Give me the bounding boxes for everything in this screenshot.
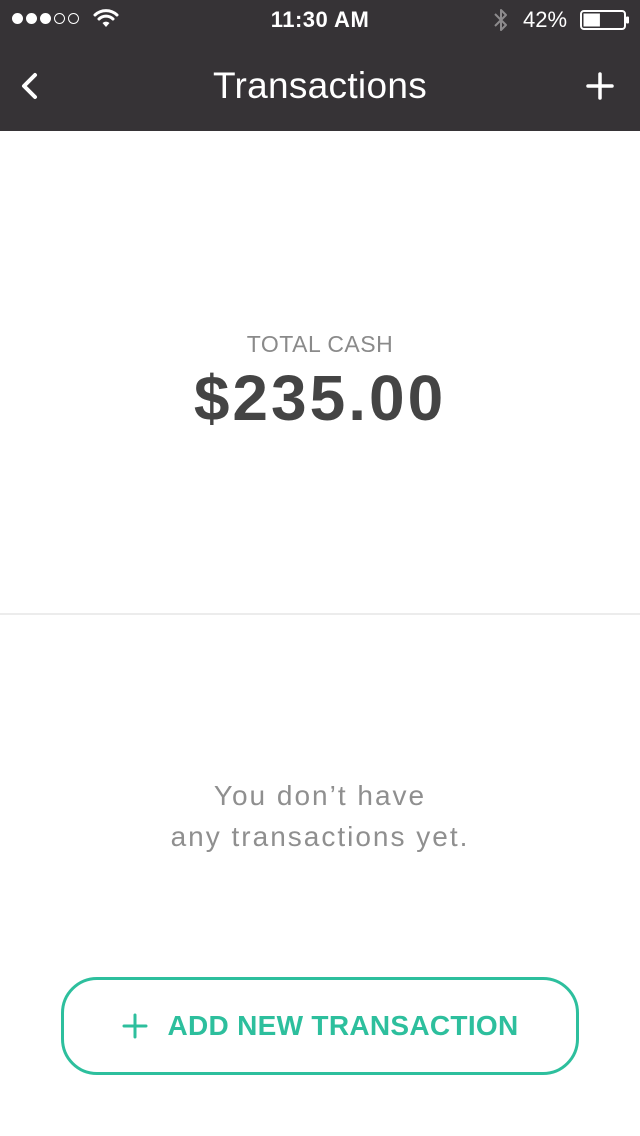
status-bar: 11:30 AM 42% — [0, 0, 640, 40]
top-bar: 11:30 AM 42% Transactions — [0, 0, 640, 131]
page-title: Transactions — [212, 65, 428, 106]
total-cash-amount: $235.00 — [193, 362, 447, 434]
battery-icon — [580, 10, 629, 30]
add-new-transaction-label: ADD NEW TRANSACTION — [167, 1010, 519, 1041]
total-cash-label: TOTAL CASH — [246, 331, 394, 357]
cash-summary: TOTAL CASH $235.00 — [0, 131, 640, 613]
empty-state-line: You don’t have — [213, 780, 427, 811]
empty-state-line: any transactions yet. — [170, 821, 470, 852]
nav-bar: Transactions — [0, 40, 640, 131]
plus-icon[interactable] — [580, 66, 620, 106]
add-new-transaction-button[interactable]: ADD NEW TRANSACTION — [61, 977, 579, 1075]
empty-state-message: You don’t have any transactions yet. — [0, 775, 640, 857]
divider — [0, 613, 640, 615]
bluetooth-icon — [494, 9, 507, 31]
battery-percent: 42% — [523, 7, 568, 32]
plus-icon — [122, 1013, 148, 1039]
